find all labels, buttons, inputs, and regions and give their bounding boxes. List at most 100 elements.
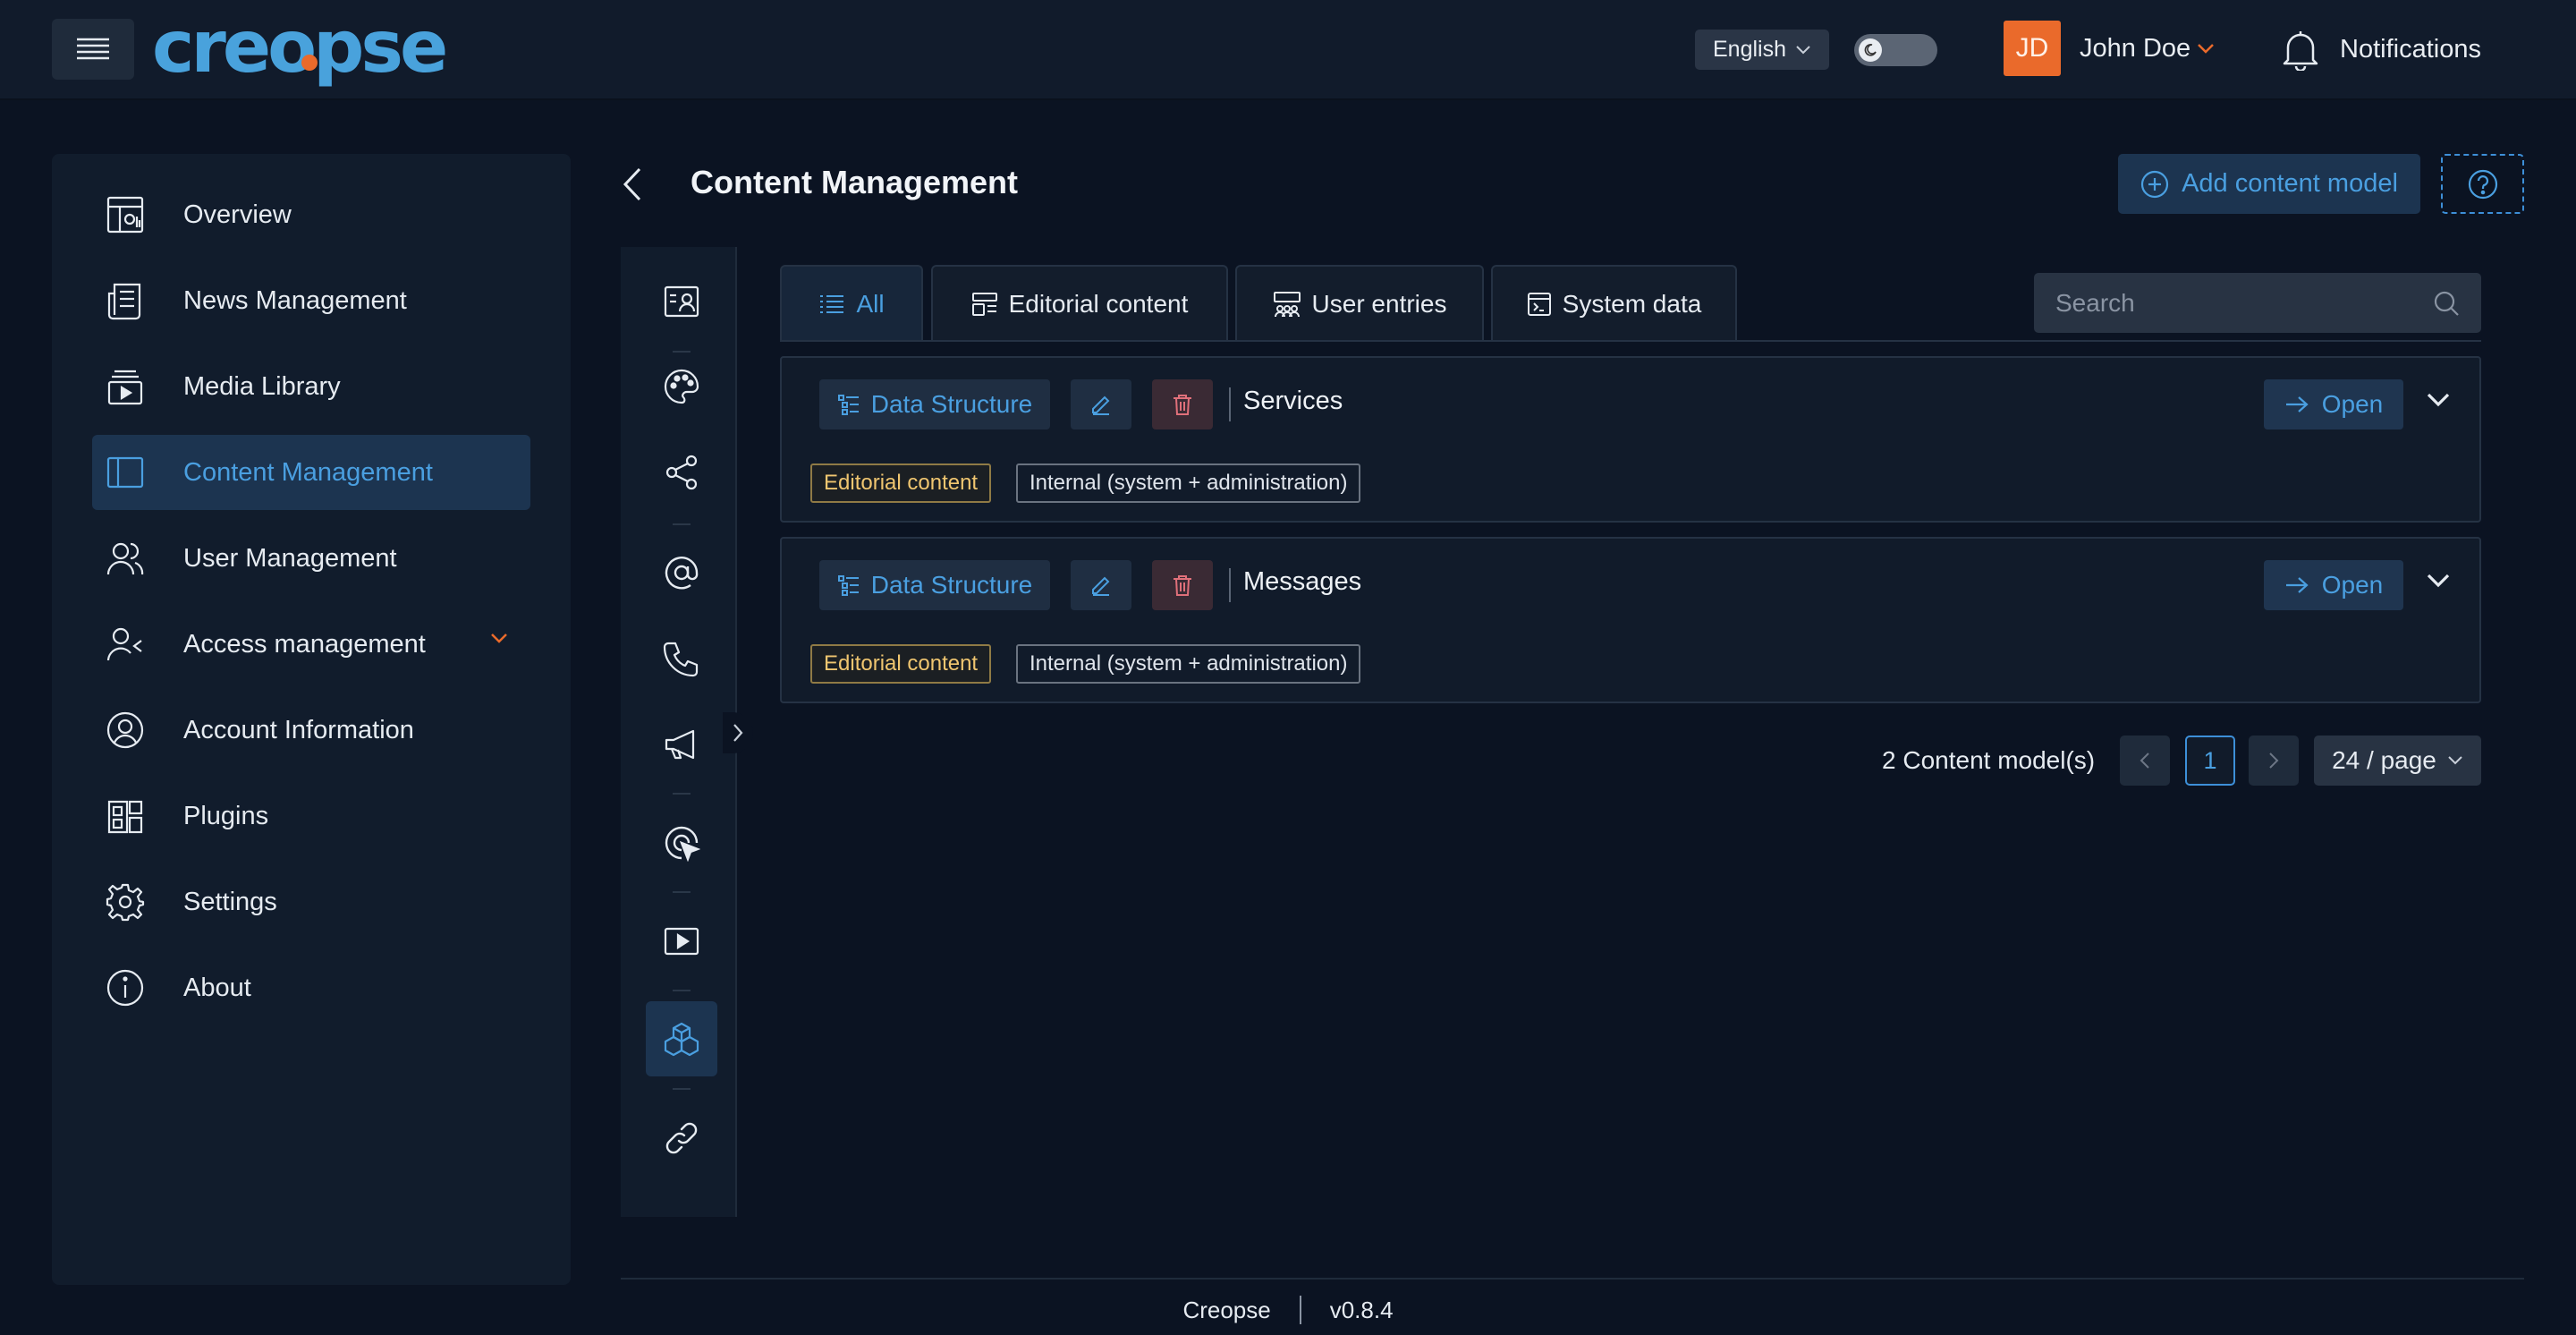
rail-more[interactable]	[646, 1186, 717, 1217]
tab-all[interactable]: All	[780, 265, 923, 341]
search-input[interactable]: Search	[2034, 273, 2481, 333]
rail-videos[interactable]	[646, 904, 717, 979]
sidebar-item-label: Content Management	[183, 457, 433, 487]
footer: Creopse v0.8.4	[0, 1294, 2576, 1326]
edit-button[interactable]	[1071, 379, 1131, 429]
rail-divider	[673, 523, 691, 525]
theme-toggle[interactable]	[1854, 34, 1937, 66]
language-label: English	[1713, 37, 1786, 62]
sidebar-item-plugins[interactable]: Plugins	[92, 778, 530, 854]
open-label: Open	[2321, 390, 2384, 418]
open-button[interactable]: Open	[2264, 379, 2403, 429]
rail-divider	[673, 891, 691, 893]
gear-icon	[103, 880, 148, 924]
menu-toggle-button[interactable]	[52, 19, 134, 80]
prev-page-button[interactable]	[2120, 736, 2170, 786]
layout-sidebar-icon	[103, 450, 148, 495]
footer-separator	[1299, 1296, 1301, 1324]
video-play-icon	[663, 925, 700, 957]
tab-system-data[interactable]: System data	[1491, 265, 1737, 341]
tab-user-entries[interactable]: User entries	[1235, 265, 1484, 341]
chevron-down-icon	[489, 632, 509, 644]
sidebar-item-label: Media Library	[183, 371, 341, 401]
data-structure-chip[interactable]: Data Structure	[819, 560, 1050, 610]
add-content-model-button[interactable]: Add content model	[2118, 154, 2420, 214]
back-button[interactable]	[617, 161, 648, 208]
rail-social[interactable]	[646, 435, 717, 510]
tab-label: Editorial content	[1008, 289, 1189, 318]
delete-button[interactable]	[1152, 560, 1213, 610]
rail-targeting[interactable]	[646, 805, 717, 880]
rail-links[interactable]	[646, 1101, 717, 1176]
footer-divider	[621, 1278, 2524, 1280]
open-button[interactable]: Open	[2264, 560, 2403, 610]
tag-internal: Internal (system + administration)	[1016, 463, 1361, 503]
sidebar-item-about[interactable]: About	[92, 950, 530, 1025]
arrow-right-icon	[2284, 395, 2309, 414]
page-number-label: 1	[2203, 746, 2217, 774]
sidebar-item-label: News Management	[183, 285, 407, 315]
search-placeholder: Search	[2055, 288, 2135, 317]
tag-editorial: Editorial content	[810, 463, 992, 503]
sidebar-item-account-information[interactable]: Account Information	[92, 693, 530, 768]
page-size-select[interactable]: 24 / page	[2314, 736, 2481, 786]
rail-announcements[interactable]	[646, 707, 717, 782]
avatar[interactable]: JD	[2004, 21, 2061, 76]
brand-logo[interactable]: creopse	[152, 13, 476, 88]
sidebar-item-media-library[interactable]: Media Library	[92, 349, 530, 424]
sidebar-item-overview[interactable]: Overview	[92, 177, 530, 252]
rail-theme[interactable]	[646, 349, 717, 424]
tab-editorial-content[interactable]: Editorial content	[931, 265, 1228, 341]
chevron-right-icon	[732, 722, 744, 744]
sidebar-item-news-management[interactable]: News Management	[92, 263, 530, 338]
plus-circle-icon	[2140, 170, 2169, 199]
sidebar-item-content-management[interactable]: Content Management	[92, 435, 530, 510]
rail-email[interactable]	[646, 535, 717, 610]
sidebar-item-label: Settings	[183, 887, 277, 916]
news-icon	[103, 278, 148, 323]
divider	[1229, 568, 1231, 602]
partial-icon	[663, 1215, 700, 1217]
sidebar-item-user-management[interactable]: User Management	[92, 521, 530, 596]
sidebar-item-settings[interactable]: Settings	[92, 864, 530, 940]
at-sign-icon	[663, 554, 700, 591]
rail-contact-card[interactable]	[646, 264, 717, 339]
next-page-button[interactable]	[2249, 736, 2299, 786]
moon-icon	[1859, 38, 1882, 62]
chevron-right-icon	[2267, 751, 2280, 770]
footer-version: v0.8.4	[1329, 1296, 1394, 1323]
sidebar-item-access-management[interactable]: Access management	[92, 607, 530, 682]
editorial-icon	[971, 291, 998, 318]
phone-icon	[663, 640, 700, 677]
plugins-icon	[103, 794, 148, 838]
rail-content-models[interactable]	[646, 1001, 717, 1076]
palette-icon	[663, 368, 700, 405]
expand-button[interactable]	[2426, 392, 2451, 408]
data-structure-chip[interactable]: Data Structure	[819, 379, 1050, 429]
pencil-icon	[1089, 393, 1113, 416]
chevron-down-icon	[2447, 755, 2463, 766]
info-icon	[103, 965, 148, 1010]
language-select[interactable]: English	[1695, 30, 1829, 70]
notifications-button[interactable]: Notifications	[2281, 25, 2481, 73]
user-menu[interactable]: John Doe	[2080, 30, 2216, 66]
page-title: Content Management	[691, 164, 1019, 200]
rail-divider	[673, 1088, 691, 1090]
user-entries-icon	[1273, 291, 1301, 318]
content-type-rail	[621, 247, 737, 1217]
top-bar: creopse English JD John Doe Notification…	[0, 0, 2576, 100]
page-size-label: 24 / page	[2332, 746, 2436, 774]
help-button[interactable]	[2441, 154, 2524, 214]
tabs-divider	[780, 340, 2481, 342]
rail-expand-button[interactable]	[723, 712, 753, 753]
page-number-current[interactable]: 1	[2185, 736, 2235, 786]
chevron-left-icon	[2139, 751, 2151, 770]
avatar-initials: JD	[2015, 33, 2049, 63]
chevron-down-icon	[2426, 573, 2451, 589]
delete-button[interactable]	[1152, 379, 1213, 429]
content-model-card: Data Structure Services Open Editorial c…	[780, 356, 2481, 523]
edit-button[interactable]	[1071, 560, 1131, 610]
rail-phone[interactable]	[646, 621, 717, 696]
users-icon	[103, 536, 148, 581]
expand-button[interactable]	[2426, 573, 2451, 589]
